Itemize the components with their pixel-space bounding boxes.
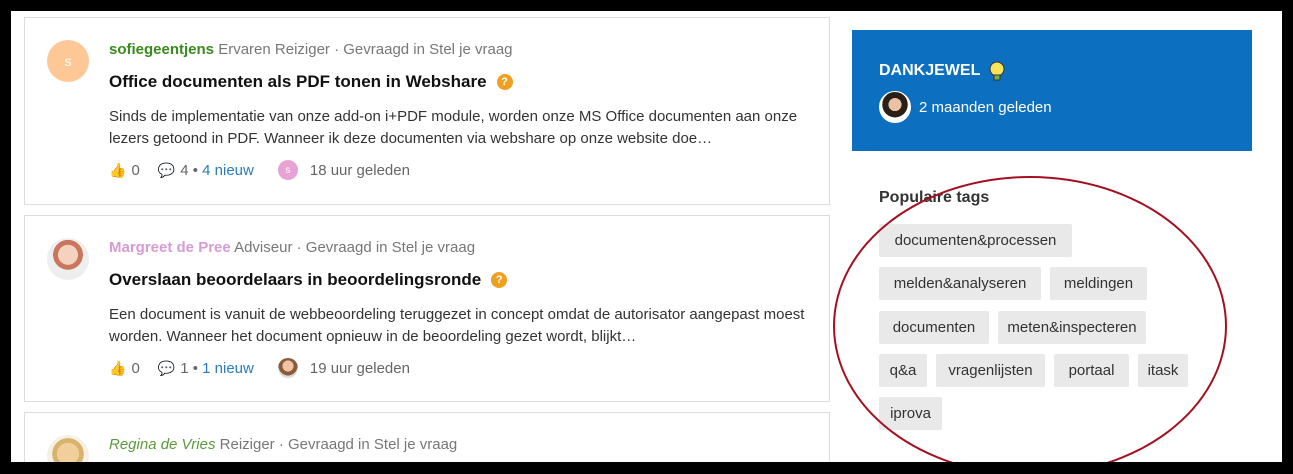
tag-chip[interactable]: portaal (1054, 354, 1129, 387)
tag-chip[interactable]: documenten&processen (879, 224, 1072, 257)
avatar[interactable] (47, 435, 89, 462)
asked-in-category[interactable]: Gevraagd in Stel je vraag (343, 41, 512, 58)
question-title-text[interactable]: Overslaan beoordelaars in beoordelingsro… (109, 270, 481, 290)
question-card[interactable]: Margreet de Pree Adviseur · Gevraagd in … (24, 215, 830, 402)
tag-chip[interactable]: meten&inspecteren (998, 311, 1146, 344)
asked-in-category[interactable]: Gevraagd in Stel je vraag (306, 239, 475, 256)
separator: · (278, 436, 284, 453)
screen: s sofiegeentjens Ervaren Reiziger · Gevr… (11, 11, 1282, 462)
author-name[interactable]: Margreet de Pree (109, 239, 231, 256)
question-title[interactable]: Overslaan beoordelaars in beoordelingsro… (109, 270, 508, 290)
tag-chip[interactable]: meldingen (1050, 267, 1147, 300)
question-excerpt: Sinds de implementatie van onze add-on i… (109, 108, 798, 147)
tags-heading: Populaire tags (879, 189, 990, 206)
question-title[interactable]: Office documenten als PDF tonen in Websh… (109, 72, 513, 92)
tag-chip[interactable]: documenten (879, 311, 989, 344)
comment-count: 4 (180, 161, 189, 179)
last-responder-avatar[interactable]: s (277, 160, 298, 180)
author-role: Adviseur (234, 239, 293, 256)
post-meta: Margreet de Pree Adviseur · Gevraagd in … (109, 239, 475, 256)
new-comments-link[interactable]: 1 nieuw (202, 360, 254, 377)
tag-chip[interactable]: itask (1138, 354, 1188, 387)
badge-title-text: DANKJEWEL (879, 62, 981, 79)
last-responder-avatar[interactable] (277, 358, 298, 378)
badge-recipient: 2 maanden geleden (879, 91, 1052, 123)
question-card[interactable]: s sofiegeentjens Ervaren Reiziger · Gevr… (24, 17, 830, 205)
post-time: 19 uur geleden (309, 359, 410, 377)
author-name[interactable]: Regina de Vries (109, 436, 215, 453)
speech-bubble-icon: 💬 (157, 161, 176, 178)
thumbs-up-icon[interactable]: 👍 (109, 162, 126, 179)
badge-time: 2 maanden geleden (919, 98, 1052, 116)
tag-chip[interactable]: vragenlijsten (936, 354, 1045, 387)
thumbs-up-icon[interactable]: 👍 (109, 360, 126, 377)
like-count: 0 (131, 161, 140, 179)
author-role: Ervaren Reiziger (218, 41, 330, 58)
question-excerpt: Een document is vanuit de webbeoordeling… (109, 306, 805, 345)
separator: · (334, 41, 340, 58)
question-mark-icon: ? (491, 272, 508, 288)
question-mark-icon: ? (496, 74, 513, 90)
author-role: Reiziger (219, 436, 275, 453)
tag-chip[interactable]: melden&analyseren (879, 267, 1041, 300)
post-meta: sofiegeentjens Ervaren Reiziger · Gevraa… (109, 41, 513, 58)
avatar[interactable] (47, 238, 89, 280)
badge-panel: DANKJEWEL 2 maanden geleden (852, 30, 1252, 151)
post-time: 18 uur geleden (309, 161, 410, 179)
speech-bubble-icon: 💬 (157, 359, 176, 376)
tag-chip[interactable]: q&a (879, 354, 927, 387)
question-title-text[interactable]: Office documenten als PDF tonen in Websh… (109, 72, 487, 92)
lightbulb-icon (989, 61, 1005, 81)
comment-count: 1 (180, 359, 189, 377)
separator: · (296, 239, 302, 256)
like-count: 0 (131, 359, 140, 377)
asked-in-category[interactable]: Gevraagd in Stel je vraag (288, 436, 457, 453)
post-meta: Regina de Vries Reiziger · Gevraagd in S… (109, 436, 457, 453)
new-comments-link[interactable]: 4 nieuw (202, 162, 254, 179)
question-card[interactable]: Regina de Vries Reiziger · Gevraagd in S… (24, 412, 830, 462)
post-stats: 👍 0 💬 4 • 4 nieuw s 18 uur geleden (109, 160, 410, 180)
avatar[interactable]: s (47, 40, 89, 82)
post-stats: 👍 0 💬 1 • 1 nieuw 19 uur geleden (109, 358, 410, 378)
avatar[interactable] (879, 91, 911, 123)
author-name[interactable]: sofiegeentjens (109, 41, 214, 58)
badge-title: DANKJEWEL (879, 61, 1006, 81)
tag-chip[interactable]: iprova (879, 397, 942, 430)
